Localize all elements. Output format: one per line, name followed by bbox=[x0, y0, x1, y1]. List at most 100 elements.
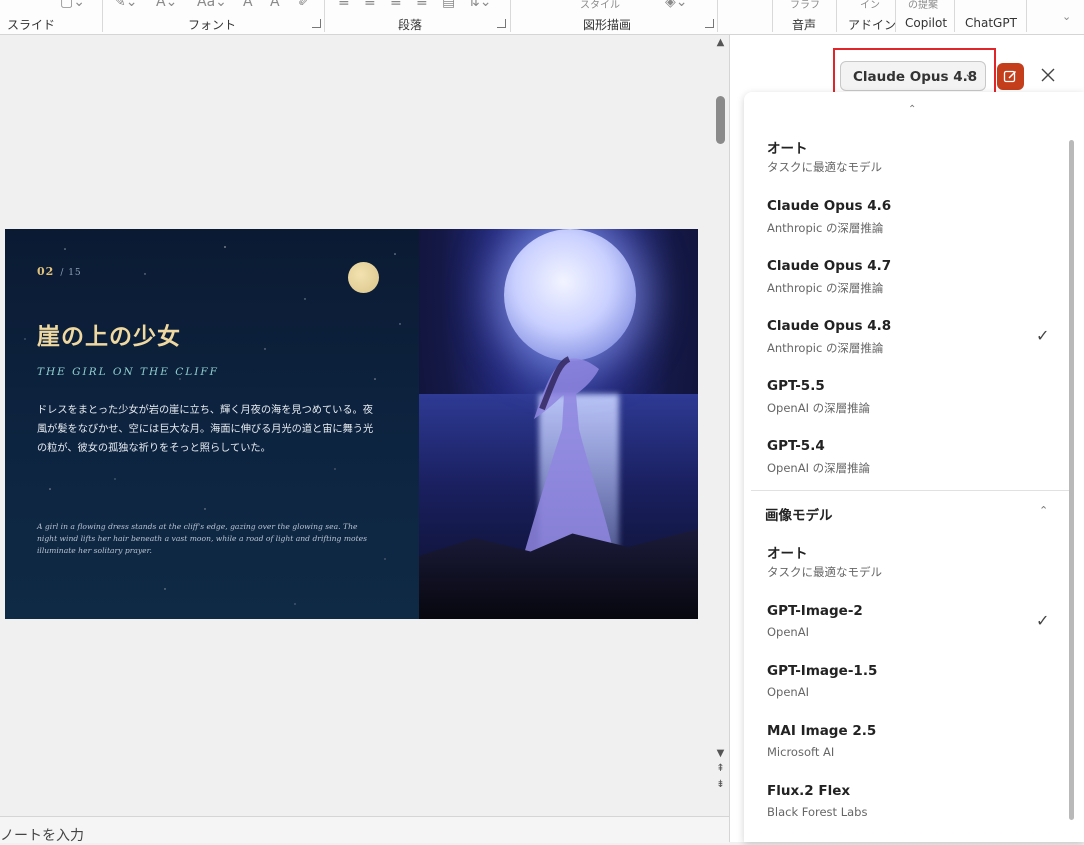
menu-item-image-auto[interactable]: オート タスクに最適なモデル bbox=[767, 542, 1057, 592]
page-number-total: / 15 bbox=[60, 268, 82, 278]
menu-item-desc: Anthropic の深層推論 bbox=[767, 281, 884, 295]
ribbon-divider bbox=[836, 0, 837, 32]
new-chat-button[interactable] bbox=[997, 63, 1024, 90]
ribbon-divider bbox=[772, 0, 773, 32]
menu-item-name: GPT-5.5 bbox=[767, 378, 825, 394]
designer-partial-label[interactable]: の提案 bbox=[908, 0, 938, 11]
quick-styles-label[interactable]: スタイル bbox=[580, 0, 620, 11]
close-icon bbox=[1041, 68, 1055, 82]
menu-item-name: Flux.2 Flex bbox=[767, 783, 851, 799]
menu-item-name: オート bbox=[767, 141, 808, 157]
slide-page-number: 02 / 15 bbox=[37, 265, 82, 278]
menu-item-gpt-5-5[interactable]: GPT-5.5 OpenAI の深層推論 bbox=[767, 378, 1057, 428]
slide-title[interactable]: 崖の上の少女 bbox=[37, 317, 181, 351]
group-chatgpt-label[interactable]: ChatGPT bbox=[965, 16, 1017, 30]
next-slide-icon[interactable]: ⇟ bbox=[714, 779, 727, 790]
scrollbar-thumb[interactable] bbox=[716, 96, 725, 144]
font-dialog-launcher-icon[interactable] bbox=[312, 19, 321, 28]
shrink-font-icon[interactable]: A bbox=[270, 0, 280, 10]
menu-item-name: GPT-Image-1.5 bbox=[767, 663, 878, 679]
menu-item-claude-opus-4-8[interactable]: Claude Opus 4.8 Anthropic の深層推論 bbox=[767, 318, 1057, 368]
scroll-down-icon[interactable]: ▼ bbox=[714, 748, 727, 759]
menu-item-desc: Black Forest Labs bbox=[767, 805, 868, 819]
menu-item-name: GPT-Image-2 bbox=[767, 603, 863, 619]
menu-item-desc: Anthropic の深層推論 bbox=[767, 221, 884, 235]
menu-item-desc: Anthropic の深層推論 bbox=[767, 341, 884, 355]
menu-item-desc: タスクに最適なモデル bbox=[767, 160, 882, 174]
group-copilot-label[interactable]: Copilot bbox=[905, 16, 947, 30]
columns-icon[interactable]: ▤ bbox=[442, 0, 455, 10]
menu-scrollbar[interactable] bbox=[1069, 140, 1074, 820]
clear-format-icon[interactable]: ✐ bbox=[298, 0, 310, 10]
full-moon-illustration bbox=[504, 229, 636, 361]
menu-item-desc: OpenAI の深層推論 bbox=[767, 401, 871, 415]
slide-illustration[interactable] bbox=[419, 229, 698, 619]
justify-icon[interactable]: ≡ bbox=[416, 0, 428, 10]
checkmark-icon: ✓ bbox=[1036, 326, 1050, 345]
moon-decoration bbox=[348, 262, 379, 293]
change-case-icon[interactable]: Aa⌄ bbox=[197, 0, 227, 10]
compose-icon bbox=[1003, 70, 1016, 83]
ribbon-divider bbox=[102, 0, 103, 32]
menu-item-claude-opus-4-6[interactable]: Claude Opus 4.6 Anthropic の深層推論 bbox=[767, 198, 1057, 248]
font-color-icon[interactable]: A⌄ bbox=[156, 0, 177, 10]
slide-canvas[interactable]: 02 / 15 崖の上の少女 THE GIRL ON THE CLIFF ドレスを… bbox=[5, 229, 698, 619]
menu-item-mai-image-2-5[interactable]: MAI Image 2.5 Microsoft AI bbox=[767, 723, 1057, 773]
slide-body-english[interactable]: A girl in a flowing dress stands at the … bbox=[37, 521, 377, 557]
shape-fill-icon[interactable]: ◈⌄ bbox=[665, 0, 688, 10]
paste-icon[interactable]: ▢⌄ bbox=[60, 0, 85, 10]
menu-item-desc: OpenAI bbox=[767, 625, 809, 639]
menu-item-desc: Microsoft AI bbox=[767, 745, 835, 759]
menu-item-name: Claude Opus 4.7 bbox=[767, 258, 892, 274]
align-left-icon[interactable]: ≡ bbox=[338, 0, 350, 10]
checkmark-icon: ✓ bbox=[1036, 611, 1050, 630]
menu-divider bbox=[751, 490, 1069, 491]
menu-item-gpt-5-4[interactable]: GPT-5.4 OpenAI の深層推論 bbox=[767, 438, 1057, 488]
group-drawing-label: 図形描画 bbox=[583, 18, 632, 32]
ribbon: ▢⌄ ✎⌄ A⌄ Aa⌄ A A ✐ ≡ ≡ ≡ ≡ ▤ ⇅⌄ スタイル ◈⌄ … bbox=[0, 0, 1084, 35]
ribbon-expand-chevron-icon[interactable]: ⌄ bbox=[1062, 10, 1071, 23]
menu-item-desc: タスクに最適なモデル bbox=[767, 565, 882, 579]
group-voice-label[interactable]: 音声 bbox=[792, 16, 816, 33]
menu-item-name: Claude Opus 4.8 bbox=[767, 318, 892, 334]
drawing-dialog-launcher-icon[interactable] bbox=[705, 19, 714, 28]
slide-subtitle[interactable]: THE GIRL ON THE CLIFF bbox=[37, 366, 219, 378]
ribbon-divider bbox=[717, 0, 718, 32]
ribbon-divider bbox=[1026, 0, 1027, 32]
text-direction-icon[interactable]: ⇅⌄ bbox=[468, 0, 491, 10]
page-number-current: 02 bbox=[37, 265, 55, 278]
previous-slide-icon[interactable]: ⇞ bbox=[714, 763, 727, 774]
highlight-icon[interactable]: ✎⌄ bbox=[114, 0, 137, 10]
notes-placeholder[interactable]: ノートを入力 bbox=[0, 825, 84, 845]
align-center-icon[interactable]: ≡ bbox=[364, 0, 376, 10]
menu-item-claude-opus-4-7[interactable]: Claude Opus 4.7 Anthropic の深層推論 bbox=[767, 258, 1057, 308]
menu-item-name: GPT-5.4 bbox=[767, 438, 825, 454]
slide-body-japanese[interactable]: ドレスをまとった少女が岩の崖に立ち、輝く月夜の海を見つめている。夜風が髪をなびか… bbox=[37, 401, 382, 458]
menu-item-name: MAI Image 2.5 bbox=[767, 723, 877, 739]
group-addins-label[interactable]: アドイン bbox=[848, 16, 896, 33]
ribbon-divider bbox=[954, 0, 955, 32]
girl-silhouette-illustration bbox=[524, 356, 614, 554]
addin-partial-label[interactable]: イン bbox=[860, 0, 880, 11]
scroll-up-caret-icon[interactable]: ⌃ bbox=[908, 104, 916, 115]
scroll-up-icon[interactable]: ▲ bbox=[714, 37, 727, 48]
menu-item-gpt-image-1-5[interactable]: GPT-Image-1.5 OpenAI bbox=[767, 663, 1057, 713]
menu-item-name: オート bbox=[767, 546, 808, 562]
menu-item-name: Claude Opus 4.6 bbox=[767, 198, 892, 214]
ribbon-divider bbox=[510, 0, 511, 32]
menu-item-gpt-image-2[interactable]: GPT-Image-2 OpenAI bbox=[767, 603, 1057, 653]
chevron-up-icon[interactable]: ⌃ bbox=[1039, 504, 1048, 517]
paragraph-dialog-launcher-icon[interactable] bbox=[497, 19, 506, 28]
align-right-icon[interactable]: ≡ bbox=[390, 0, 402, 10]
ribbon-divider bbox=[324, 0, 325, 32]
close-pane-button[interactable] bbox=[1037, 64, 1059, 86]
grow-font-icon[interactable]: A bbox=[243, 0, 253, 10]
vertical-scrollbar[interactable] bbox=[712, 35, 729, 815]
group-paragraph-label: 段落 bbox=[398, 18, 423, 32]
dictate-partial-label[interactable]: フラフ bbox=[790, 0, 820, 11]
menu-item-flux-2-flex[interactable]: Flux.2 Flex Black Forest Labs bbox=[767, 783, 1057, 833]
image-models-section-header[interactable]: 画像モデル bbox=[765, 504, 833, 524]
group-font-label: フォント bbox=[188, 18, 237, 32]
notes-pane[interactable]: ノートを入力 bbox=[0, 816, 729, 845]
menu-item-auto[interactable]: オート タスクに最適なモデル bbox=[767, 137, 1057, 187]
